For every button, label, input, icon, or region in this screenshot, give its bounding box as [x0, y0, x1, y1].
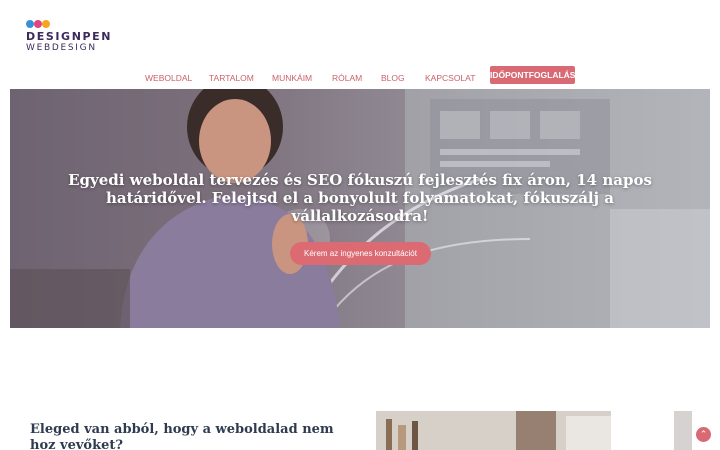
hero-headline: Egyedi weboldal tervezés és SEO fókuszú … [68, 171, 652, 225]
logo-wordmark: DESIGNPEN [26, 30, 113, 43]
nav-item-weboldal[interactable]: WEBOLDAL [145, 73, 192, 83]
main-nav: WEBOLDAL TARTALOM MUNKÁIM RÓLAM BLOG KAP… [0, 66, 720, 90]
nav-item-munkaim[interactable]: MUNKÁIM [272, 73, 312, 83]
nav-item-blog[interactable]: BLOG [381, 73, 405, 83]
section-heading: Eleged van abból, hogy a weboldalad nem … [30, 422, 334, 450]
nav-item-rolam[interactable]: RÓLAM [332, 73, 362, 83]
booking-button[interactable]: IDŐPONTFOGLALÁS [490, 66, 575, 84]
scroll-top-button[interactable]: ⌃ [696, 427, 711, 442]
section-photo [376, 411, 611, 450]
free-consultation-button[interactable]: Kérem az ingyenes konzultációt [290, 242, 431, 265]
nav-item-kapcsolat[interactable]: KAPCSOLAT [425, 73, 475, 83]
section-photo-secondary [674, 411, 692, 450]
nav-item-tartalom[interactable]: TARTALOM [209, 73, 254, 83]
logo-subtitle: WEBDESIGN [26, 43, 97, 53]
chevron-up-icon: ⌃ [699, 429, 708, 439]
logo-dots-icon [26, 20, 56, 30]
hero-banner: Egyedi weboldal tervezés és SEO fókuszú … [10, 89, 710, 328]
